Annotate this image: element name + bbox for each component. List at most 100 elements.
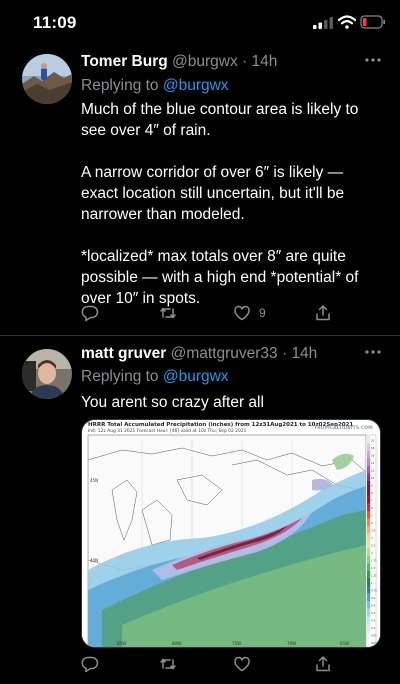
longitude-label: 70W (287, 641, 296, 646)
tweet-header: Tomer Burg @burgwx · 14h (81, 53, 277, 71)
tweet-paragraph: You arent so crazy after all (81, 394, 264, 411)
latitude-label: 45N (90, 478, 98, 483)
legend-swatch (367, 563, 371, 571)
legend-tick-label: 1.5 (371, 566, 375, 570)
legend-swatch (367, 586, 371, 594)
legend-swatch (367, 601, 371, 609)
replying-prefix: Replying to (81, 368, 159, 385)
legend-swatch (367, 556, 371, 564)
precipitation-map: 2018161412109876543.532.521.751.51.2510.… (82, 420, 380, 647)
legend-swatch (367, 638, 371, 646)
longitude-label: 80W (172, 641, 181, 646)
replying-to-link[interactable]: @burgwx (163, 77, 229, 94)
timestamp[interactable]: 14h (252, 53, 278, 70)
legend-swatch (367, 511, 371, 519)
longitude-label: 65W (340, 641, 349, 646)
legend-swatch (367, 473, 371, 481)
legend-swatch (367, 451, 371, 459)
legend-tick-label: 0.2 (371, 619, 375, 623)
legend-swatch (367, 593, 371, 601)
legend-tick-label: 14 (371, 461, 375, 465)
legend-swatch (367, 518, 371, 526)
longitude-label: 85W (117, 641, 126, 646)
tweet-paragraph: A narrow corridor of over 6″ is likely —… (81, 164, 345, 223)
legend-swatch (367, 533, 371, 541)
tweet[interactable]: Tomer Burg @burgwx · 14h Replying to @bu… (0, 0, 400, 335)
user-handle[interactable]: @mattgruver33 (171, 345, 278, 362)
tweet-actions (81, 654, 341, 674)
share-button[interactable] (314, 654, 332, 674)
legend-tick-label: 12 (371, 469, 375, 473)
legend-tick-label: 0.05 (371, 634, 377, 638)
reply-button[interactable] (81, 654, 107, 674)
like-button[interactable]: 9 (233, 303, 266, 323)
legend-swatch (367, 466, 371, 474)
replying-prefix: Replying to (81, 77, 159, 94)
legend-swatch (367, 541, 371, 549)
share-icon (316, 305, 330, 321)
legend-colorbar (367, 436, 371, 646)
legend-tick-label: 0.1 (371, 626, 375, 630)
display-name[interactable]: matt gruver (81, 345, 166, 362)
longitude-label: 75W (232, 641, 241, 646)
legend-tick-label: 1.25 (371, 574, 377, 578)
retweet-button[interactable] (159, 654, 185, 674)
more-icon[interactable] (364, 57, 382, 63)
tweet-actions: 9 (81, 303, 341, 323)
reply-button[interactable] (81, 303, 107, 323)
legend-swatch (367, 488, 371, 496)
like-count: 9 (259, 306, 266, 320)
legend-tick-label: 16 (371, 454, 375, 458)
like-button[interactable] (233, 654, 259, 674)
legend-swatch (367, 458, 371, 466)
share-button[interactable] (314, 303, 332, 323)
user-handle[interactable]: @burgwx (172, 53, 238, 70)
legend-swatch (367, 623, 371, 631)
replying-to-link[interactable]: @burgwx (163, 368, 229, 385)
tweet-media-image[interactable]: 20 18 16 14 12 10 9 8 7 6 5 4 3.5 3 2.5 2 1.75 1.5 1.25 1 0.… (81, 419, 381, 648)
legend-tick-label: 0.01 (371, 641, 377, 645)
legend-swatch (367, 548, 371, 556)
more-icon[interactable] (364, 349, 382, 355)
latitude-label: 40N (90, 558, 98, 563)
tweet-text: You arent so crazy after all (81, 392, 381, 413)
legend-swatch (367, 571, 371, 579)
like-icon (234, 305, 250, 321)
legend-tick-label: 0.5 (371, 596, 375, 600)
legend-tick-label: 10 (371, 476, 375, 480)
tweet-paragraph: *localized* max totals over 8″ are quite… (81, 248, 359, 307)
reply-icon (81, 656, 99, 673)
retweet-icon (160, 307, 176, 319)
share-icon (316, 656, 330, 672)
like-icon (234, 656, 250, 672)
separator-dot: · (237, 53, 252, 70)
avatar[interactable] (22, 349, 72, 399)
map-brand: TROPICALTIDBITS.COM (314, 426, 373, 431)
legend-swatch (367, 631, 371, 639)
avatar[interactable] (22, 54, 72, 104)
separator-dot: · (277, 345, 292, 362)
tweet-paragraph: Much of the blue contour area is likely … (81, 101, 359, 139)
legend-swatch (367, 496, 371, 504)
legend-tick-label: 2.5 (371, 544, 375, 548)
legend-tick-label: 0.75 (371, 589, 377, 593)
display-name[interactable]: Tomer Burg (81, 53, 168, 70)
timestamp[interactable]: 14h (291, 345, 317, 362)
legend-swatch (367, 578, 371, 586)
retweet-button[interactable] (159, 303, 185, 323)
legend-tick-label: 0.4 (371, 604, 375, 608)
replying-to: Replying to @burgwx (81, 77, 229, 95)
map-subtitle: Init: 12z Aug 31 2021 Forecast Hour: [46… (88, 429, 247, 434)
retweet-icon (160, 658, 176, 670)
legend-swatch (367, 616, 371, 624)
legend-swatch (367, 526, 371, 534)
legend-tick-label: 3.5 (371, 529, 375, 533)
legend-tick-label: 18 (371, 446, 375, 450)
legend-swatch (367, 481, 371, 489)
legend-swatch (367, 503, 371, 511)
legend-tick-label: 1.75 (371, 559, 377, 563)
legend-tick-label: 20 (371, 439, 375, 443)
reply-icon (81, 305, 99, 322)
replying-to: Replying to @burgwx (81, 368, 229, 386)
legend-swatch (367, 436, 371, 444)
